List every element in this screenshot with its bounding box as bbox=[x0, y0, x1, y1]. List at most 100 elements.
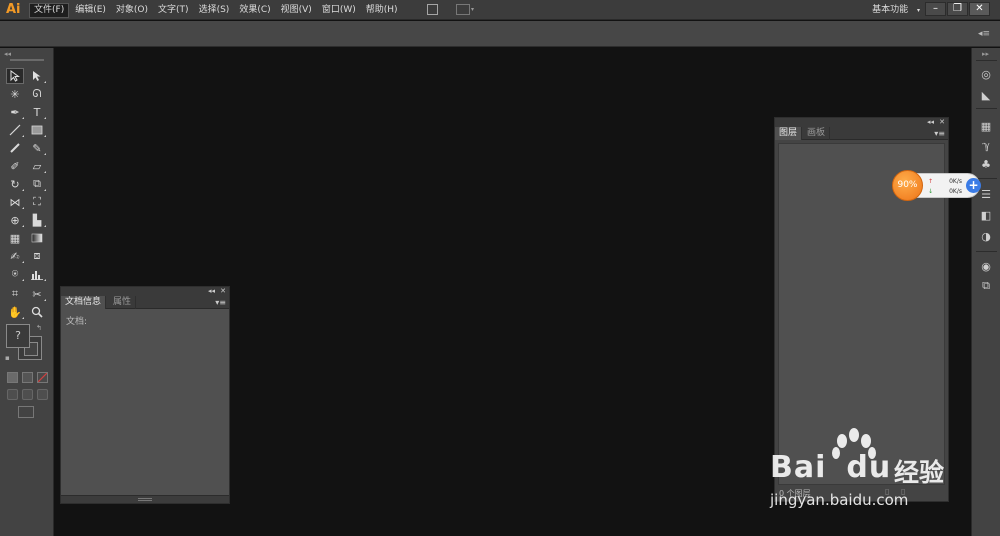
tab-document-info[interactable]: 文档信息 bbox=[61, 296, 107, 309]
slice-tool-icon[interactable]: ✂ bbox=[28, 286, 46, 302]
width-tool-icon[interactable]: ⋈ bbox=[6, 194, 24, 210]
tab-attributes[interactable]: 属性 bbox=[109, 296, 137, 309]
brushes-icon[interactable]: ℽ bbox=[979, 138, 993, 152]
close-panel-icon[interactable]: ✕ bbox=[220, 287, 226, 295]
blob-brush-tool-icon[interactable]: ✐ bbox=[6, 158, 24, 174]
color-panel-icon[interactable]: ◣ bbox=[979, 88, 993, 102]
symbol-sprayer-tool-icon[interactable]: ⍟ bbox=[6, 266, 24, 282]
draw-normal-icon[interactable] bbox=[7, 389, 18, 400]
rectangle-tool-icon[interactable] bbox=[28, 122, 46, 138]
swap-fill-stroke-icon[interactable]: ↰ bbox=[36, 324, 42, 332]
draw-inside-icon[interactable] bbox=[37, 389, 48, 400]
selection-tool-icon[interactable] bbox=[6, 68, 24, 84]
panel-header: ◂◂ ✕ bbox=[775, 118, 948, 127]
tab-layers[interactable]: 图层 bbox=[775, 127, 803, 140]
scale-tool-icon[interactable]: ⧉ bbox=[28, 176, 46, 192]
close-panel-icon[interactable]: ✕ bbox=[939, 118, 945, 126]
perspective-grid-tool-icon[interactable]: ▙ bbox=[28, 212, 46, 228]
app-logo: Ai bbox=[6, 2, 21, 17]
direct-selection-tool-icon[interactable] bbox=[28, 68, 46, 84]
plus-icon[interactable]: + bbox=[966, 178, 981, 193]
paintbrush-tool-icon[interactable] bbox=[6, 140, 24, 156]
blend-tool-icon[interactable]: ⧈ bbox=[28, 248, 46, 264]
menu-file[interactable]: 文件(F) bbox=[29, 3, 70, 18]
minimize-button[interactable]: – bbox=[925, 2, 946, 16]
symbols-icon[interactable]: ♣ bbox=[979, 157, 993, 171]
upload-arrow-icon: ↑ bbox=[928, 178, 934, 185]
grip-lines bbox=[138, 498, 152, 501]
collapse-panel-icon[interactable]: ◂◂ bbox=[927, 118, 934, 126]
color-mode-icon[interactable] bbox=[7, 372, 18, 383]
shape-builder-tool-icon[interactable]: ⊕ bbox=[6, 212, 24, 228]
free-transform-tool-icon[interactable]: ⛶ bbox=[28, 194, 46, 210]
speed-percent[interactable]: 90% bbox=[892, 170, 923, 201]
panel-menu-icon[interactable]: ◂≡ bbox=[978, 29, 990, 39]
tab-artboards[interactable]: 画板 bbox=[803, 127, 831, 140]
menu-help[interactable]: 帮助(H) bbox=[362, 3, 402, 18]
mesh-tool-icon[interactable]: ▦ bbox=[6, 230, 24, 246]
panel-tabs: 文档信息 属性 ▾≡ bbox=[61, 296, 229, 309]
collapse-panel-icon[interactable]: ◂◂ bbox=[208, 287, 215, 295]
pen-tool-icon[interactable]: ✒ bbox=[6, 104, 24, 120]
watermark-brand: Bai du bbox=[770, 450, 891, 485]
default-fill-stroke-icon[interactable]: ▪ bbox=[5, 354, 10, 362]
chevron-down-icon[interactable]: ▾ bbox=[471, 6, 474, 13]
panel-tabs: 图层 画板 ▾≡ bbox=[775, 127, 948, 140]
gradient-mode-icon[interactable] bbox=[22, 372, 33, 383]
panel-menu-icon[interactable]: ▾≡ bbox=[934, 129, 945, 138]
bridge-icon[interactable] bbox=[427, 4, 438, 15]
menu-bar: Ai 文件(F) 编辑(E) 对象(O) 文字(T) 选择(S) 效果(C) 视… bbox=[0, 0, 1000, 20]
artboard-tool-icon[interactable]: ⌗ bbox=[6, 286, 24, 302]
eyedropper-tool-icon[interactable]: ✍ bbox=[6, 248, 24, 264]
pencil-tool-icon[interactable]: ✎ bbox=[28, 140, 46, 156]
workspace-switcher[interactable]: 基本功能 ▾ bbox=[872, 3, 920, 17]
none-mode-icon[interactable] bbox=[37, 372, 48, 383]
zoom-tool-icon[interactable] bbox=[28, 304, 46, 320]
menu-object[interactable]: 对象(O) bbox=[112, 3, 152, 18]
panel-menu-icon[interactable]: ▾≡ bbox=[215, 298, 226, 307]
magic-wand-tool-icon[interactable]: ✳ bbox=[6, 86, 24, 102]
swatches-icon[interactable]: ▦ bbox=[979, 119, 993, 133]
transparency-icon[interactable]: ◑ bbox=[979, 229, 993, 243]
menu-edit[interactable]: 编辑(E) bbox=[71, 3, 110, 18]
appearance-icon[interactable]: ◉ bbox=[979, 259, 993, 273]
menu-window[interactable]: 窗口(W) bbox=[318, 3, 360, 18]
restore-button[interactable]: ❐ bbox=[947, 2, 968, 16]
download-arrow-icon: ↓ bbox=[928, 188, 934, 195]
dock-divider bbox=[976, 60, 997, 61]
expand-icon[interactable]: ▸▸ bbox=[982, 50, 989, 58]
menu-effect[interactable]: 效果(C) bbox=[235, 3, 274, 18]
lasso-tool-icon[interactable]: ᘏ bbox=[28, 86, 46, 102]
gradient-tool-icon[interactable] bbox=[28, 230, 46, 246]
fill-swatch[interactable]: ? bbox=[6, 324, 30, 348]
dock-divider bbox=[976, 108, 997, 109]
collapse-icon[interactable]: ◂◂ bbox=[4, 50, 11, 58]
watermark-jingyan: 经验 bbox=[894, 458, 945, 487]
menu-view[interactable]: 视图(V) bbox=[277, 3, 316, 18]
close-button[interactable]: ✕ bbox=[969, 2, 990, 16]
graphic-styles-icon[interactable]: ⧉ bbox=[979, 279, 993, 293]
control-bar: ◂≡ bbox=[0, 21, 1000, 47]
draw-behind-icon[interactable] bbox=[22, 389, 33, 400]
panel-grip[interactable] bbox=[10, 59, 44, 61]
panel-content: 文档: bbox=[61, 309, 229, 495]
menu-type[interactable]: 文字(T) bbox=[154, 3, 193, 18]
menu-select[interactable]: 选择(S) bbox=[195, 3, 234, 18]
hand-tool-icon[interactable]: ✋ bbox=[6, 304, 24, 320]
chevron-down-icon: ▾ bbox=[916, 7, 920, 14]
type-tool-icon[interactable]: T bbox=[28, 104, 46, 120]
color-guide-icon[interactable]: ◎ bbox=[979, 67, 993, 81]
upload-speed: 0K/s bbox=[949, 178, 962, 185]
line-segment-tool-icon[interactable] bbox=[6, 122, 24, 138]
panel-resize-grip[interactable] bbox=[61, 495, 229, 503]
brand-bai: Bai bbox=[770, 450, 827, 485]
column-graph-tool-icon[interactable] bbox=[28, 266, 46, 282]
gradient-panel-icon[interactable]: ◧ bbox=[979, 208, 993, 222]
arrange-documents-icon[interactable] bbox=[456, 4, 470, 15]
network-speed-widget[interactable]: 90% ↑ 0K/s ↓ 0K/s + bbox=[892, 170, 982, 201]
download-speed: 0K/s bbox=[949, 188, 962, 195]
screen-mode-icon[interactable] bbox=[18, 406, 34, 418]
tools-panel: ◂◂ ✳ ᘏ ✒ T ✎ ✐ ▱ ↻ ⧉ ⋈ ⛶ ⊕ ▙ ▦ ✍ ⧈ ⍟ ⌗ ✂… bbox=[0, 48, 54, 536]
rotate-tool-icon[interactable]: ↻ bbox=[6, 176, 24, 192]
eraser-tool-icon[interactable]: ▱ bbox=[28, 158, 46, 174]
